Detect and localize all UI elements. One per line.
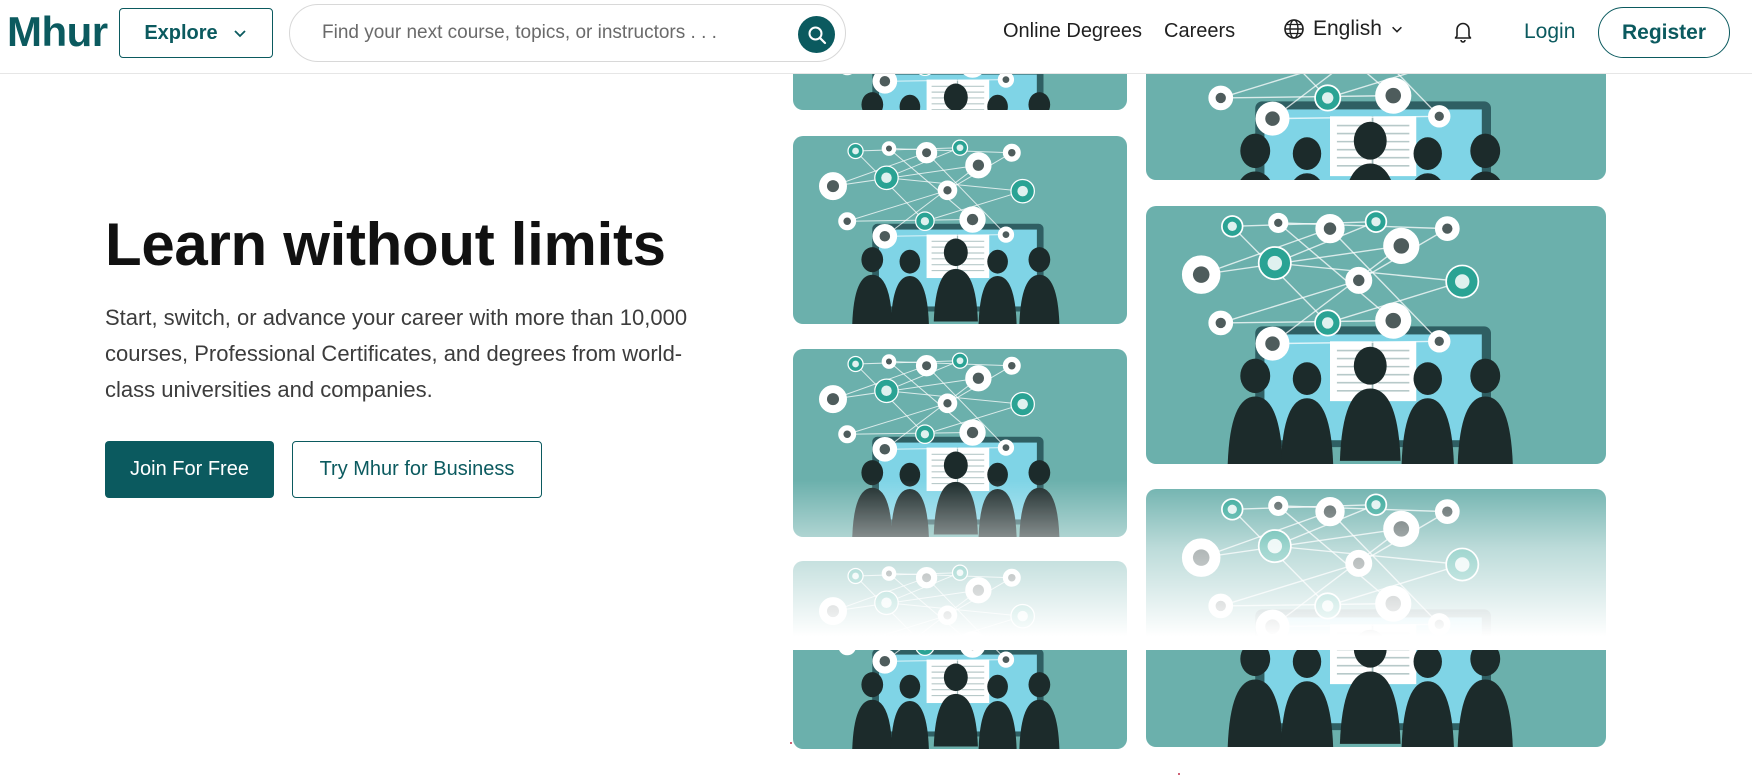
search-button[interactable]	[798, 16, 835, 53]
hero-subtitle: Start, switch, or advance your career wi…	[105, 305, 688, 402]
chevron-down-icon	[234, 30, 246, 38]
chevron-down-icon	[1391, 26, 1402, 33]
join-for-free-button[interactable]: Join For Free	[105, 441, 274, 498]
search-input[interactable]	[320, 21, 784, 45]
register-button[interactable]: Register	[1598, 7, 1730, 58]
site-logo[interactable]: Mhur	[7, 8, 108, 56]
language-selector[interactable]: English	[1283, 17, 1404, 41]
language-label: English	[1313, 17, 1382, 40]
hero-image-tile	[1146, 206, 1606, 464]
explore-button[interactable]: Explore	[119, 8, 273, 58]
classroom-illustration	[793, 561, 1127, 749]
classroom-illustration	[793, 349, 1127, 537]
hero-image-tile	[793, 561, 1127, 749]
globe-icon	[1284, 19, 1304, 39]
top-navigation-bar: Mhur Explore Online Degrees Careers Engl…	[0, 0, 1752, 74]
decorative-dot	[1178, 773, 1180, 775]
classroom-illustration	[793, 136, 1127, 324]
bell-icon[interactable]	[1450, 18, 1476, 44]
decorative-dot	[790, 742, 792, 744]
hero-title: Learn without limits	[105, 211, 666, 278]
hero-image-tile	[793, 136, 1127, 324]
nav-careers[interactable]: Careers	[1164, 20, 1235, 43]
explore-label: Explore	[144, 21, 218, 44]
classroom-illustration	[1146, 206, 1606, 464]
search-icon	[808, 26, 826, 44]
hero-image-tile	[1146, 489, 1606, 747]
login-link[interactable]: Login	[1524, 20, 1575, 44]
search-bar	[289, 4, 846, 62]
classroom-illustration	[1146, 489, 1606, 747]
try-for-business-button[interactable]: Try Mhur for Business	[292, 441, 542, 498]
nav-online-degrees[interactable]: Online Degrees	[1003, 20, 1142, 43]
hero-image-tile	[793, 349, 1127, 537]
